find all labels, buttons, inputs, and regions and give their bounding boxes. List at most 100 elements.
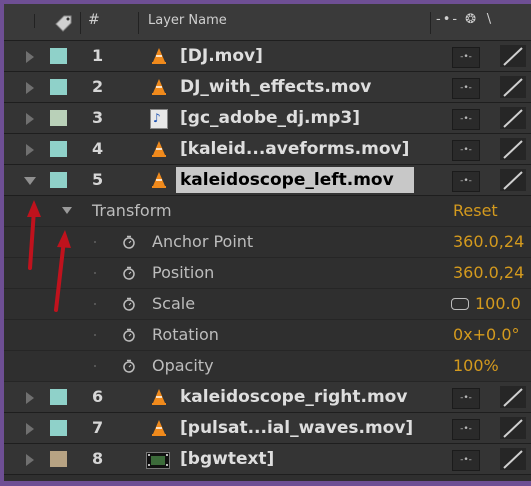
- window-frame: # Layer Name -•- ❂ ∖ 1 [DJ.mov] -•- 2 DJ…: [0, 0, 531, 486]
- layer-row[interactable]: 2 DJ_with_effects.mov -•-: [4, 72, 531, 103]
- vlc-cone-icon: [152, 172, 166, 188]
- property-value[interactable]: 100%: [453, 356, 499, 375]
- property-value[interactable]: 100.0: [475, 294, 521, 313]
- layer-row[interactable]: 7 [pulsat...ial_waves.mov] -•-: [4, 413, 531, 444]
- layer-name[interactable]: [gc_adobe_dj.mp3]: [176, 105, 364, 131]
- property-value[interactable]: 360.0,24: [453, 232, 524, 251]
- property-value[interactable]: 360.0,24: [453, 263, 524, 282]
- quality-switch-icon[interactable]: [500, 76, 526, 98]
- transform-label: Transform: [92, 201, 172, 220]
- column-header: # Layer Name -•- ❂ ∖: [4, 4, 531, 41]
- indent-dot: [94, 272, 96, 274]
- property-value[interactable]: 0x+0.0°: [453, 325, 520, 344]
- property-row[interactable]: Position 360.0,24: [4, 258, 531, 289]
- switches-header-icons: -•- ❂ ∖: [436, 12, 495, 27]
- stopwatch-icon[interactable]: [122, 266, 136, 280]
- layer-row[interactable]: 8 [bgwtext] -•-: [4, 444, 531, 475]
- indent-dot: [94, 241, 96, 243]
- layer-number: 1: [92, 46, 104, 65]
- header-separator: [430, 12, 431, 34]
- stopwatch-icon[interactable]: [122, 235, 136, 249]
- timeline-layer-panel: # Layer Name -•- ❂ ∖ 1 [DJ.mov] -•- 2 DJ…: [4, 4, 531, 481]
- audio-file-icon: [150, 109, 168, 129]
- vlc-cone-icon: [152, 141, 166, 157]
- property-label: Opacity: [152, 356, 214, 375]
- layer-name-header[interactable]: Layer Name: [148, 13, 227, 28]
- expand-triangle-icon[interactable]: [26, 423, 34, 435]
- label-color-swatch[interactable]: [50, 48, 67, 64]
- label-color-swatch[interactable]: [50, 141, 67, 157]
- layer-number: 4: [92, 139, 104, 158]
- shy-switch-icon[interactable]: -•-: [452, 388, 480, 409]
- header-separator: [138, 12, 139, 34]
- reset-link[interactable]: Reset: [453, 201, 498, 220]
- shy-switch-icon[interactable]: -•-: [452, 419, 480, 440]
- layer-number-header: #: [88, 12, 100, 28]
- label-color-swatch[interactable]: [50, 110, 67, 126]
- shy-switch-icon[interactable]: -•-: [452, 109, 480, 130]
- expand-triangle-icon[interactable]: [26, 454, 34, 466]
- layer-row[interactable]: 3 [gc_adobe_dj.mp3] -•-: [4, 103, 531, 134]
- shy-switch-icon[interactable]: -•-: [452, 171, 480, 192]
- layer-row[interactable]: 6 kaleidoscope_right.mov -•-: [4, 382, 531, 413]
- property-row[interactable]: Anchor Point 360.0,24: [4, 227, 531, 258]
- shy-switch-icon[interactable]: -•-: [452, 140, 480, 161]
- quality-switch-icon[interactable]: [500, 169, 526, 191]
- vlc-cone-icon: [152, 48, 166, 64]
- label-color-swatch[interactable]: [50, 420, 67, 436]
- property-label: Position: [152, 263, 215, 282]
- label-color-swatch[interactable]: [50, 451, 67, 467]
- shy-switch-icon[interactable]: -•-: [452, 450, 480, 471]
- constrain-proportions-link-icon[interactable]: [451, 298, 469, 310]
- property-label: Scale: [152, 294, 196, 313]
- property-row[interactable]: Opacity 100%: [4, 351, 531, 382]
- expand-triangle-icon[interactable]: [26, 51, 34, 63]
- layer-number: 5: [92, 170, 104, 189]
- indent-dot: [94, 334, 96, 336]
- label-color-swatch[interactable]: [50, 79, 67, 95]
- film-comp-icon: [146, 452, 170, 469]
- expand-triangle-icon[interactable]: [26, 113, 34, 125]
- layer-number: 7: [92, 418, 104, 437]
- expand-triangle-icon[interactable]: [26, 82, 34, 94]
- layer-number: 8: [92, 449, 104, 468]
- collapse-triangle-icon[interactable]: [62, 207, 72, 214]
- layer-name[interactable]: DJ_with_effects.mov: [176, 74, 375, 100]
- property-row[interactable]: Scale 100.0: [4, 289, 531, 320]
- expand-triangle-icon[interactable]: [26, 144, 34, 156]
- quality-switch-icon[interactable]: [500, 448, 526, 470]
- transform-group-row[interactable]: Transform Reset: [4, 196, 531, 227]
- layer-row[interactable]: 1 [DJ.mov] -•-: [4, 41, 531, 72]
- layer-number: 3: [92, 108, 104, 127]
- quality-switch-icon[interactable]: [500, 107, 526, 129]
- label-tag-icon[interactable]: [53, 12, 75, 34]
- layer-row[interactable]: 4 [kaleid...aveforms.mov] -•-: [4, 134, 531, 165]
- collapse-triangle-icon[interactable]: [24, 177, 36, 185]
- vlc-cone-icon: [152, 79, 166, 95]
- shy-switch-icon[interactable]: -•-: [452, 78, 480, 99]
- quality-switch-icon[interactable]: [500, 386, 526, 408]
- indent-dot: [94, 303, 96, 305]
- stopwatch-icon[interactable]: [122, 328, 136, 342]
- vlc-cone-icon: [152, 420, 166, 436]
- quality-switch-icon[interactable]: [500, 417, 526, 439]
- label-color-swatch[interactable]: [50, 389, 67, 405]
- layer-name[interactable]: [pulsat...ial_waves.mov]: [176, 415, 417, 441]
- layer-name[interactable]: [DJ.mov]: [176, 43, 267, 69]
- quality-switch-icon[interactable]: [500, 138, 526, 160]
- expand-triangle-icon[interactable]: [26, 392, 34, 404]
- stopwatch-icon[interactable]: [122, 297, 136, 311]
- label-color-swatch[interactable]: [50, 172, 67, 188]
- layer-number: 6: [92, 387, 104, 406]
- quality-switch-icon[interactable]: [500, 45, 526, 67]
- av-features-column: [34, 14, 49, 28]
- stopwatch-icon[interactable]: [122, 359, 136, 373]
- layer-name[interactable]: [bgwtext]: [176, 446, 278, 472]
- layer-number: 2: [92, 77, 104, 96]
- layer-row-selected[interactable]: 5 kaleidoscope_left.mov -•-: [4, 165, 531, 196]
- shy-switch-icon[interactable]: -•-: [452, 47, 480, 68]
- property-row[interactable]: Rotation 0x+0.0°: [4, 320, 531, 351]
- layer-name[interactable]: [kaleid...aveforms.mov]: [176, 136, 413, 162]
- layer-name[interactable]: kaleidoscope_left.mov: [176, 167, 414, 193]
- layer-name[interactable]: kaleidoscope_right.mov: [176, 384, 411, 410]
